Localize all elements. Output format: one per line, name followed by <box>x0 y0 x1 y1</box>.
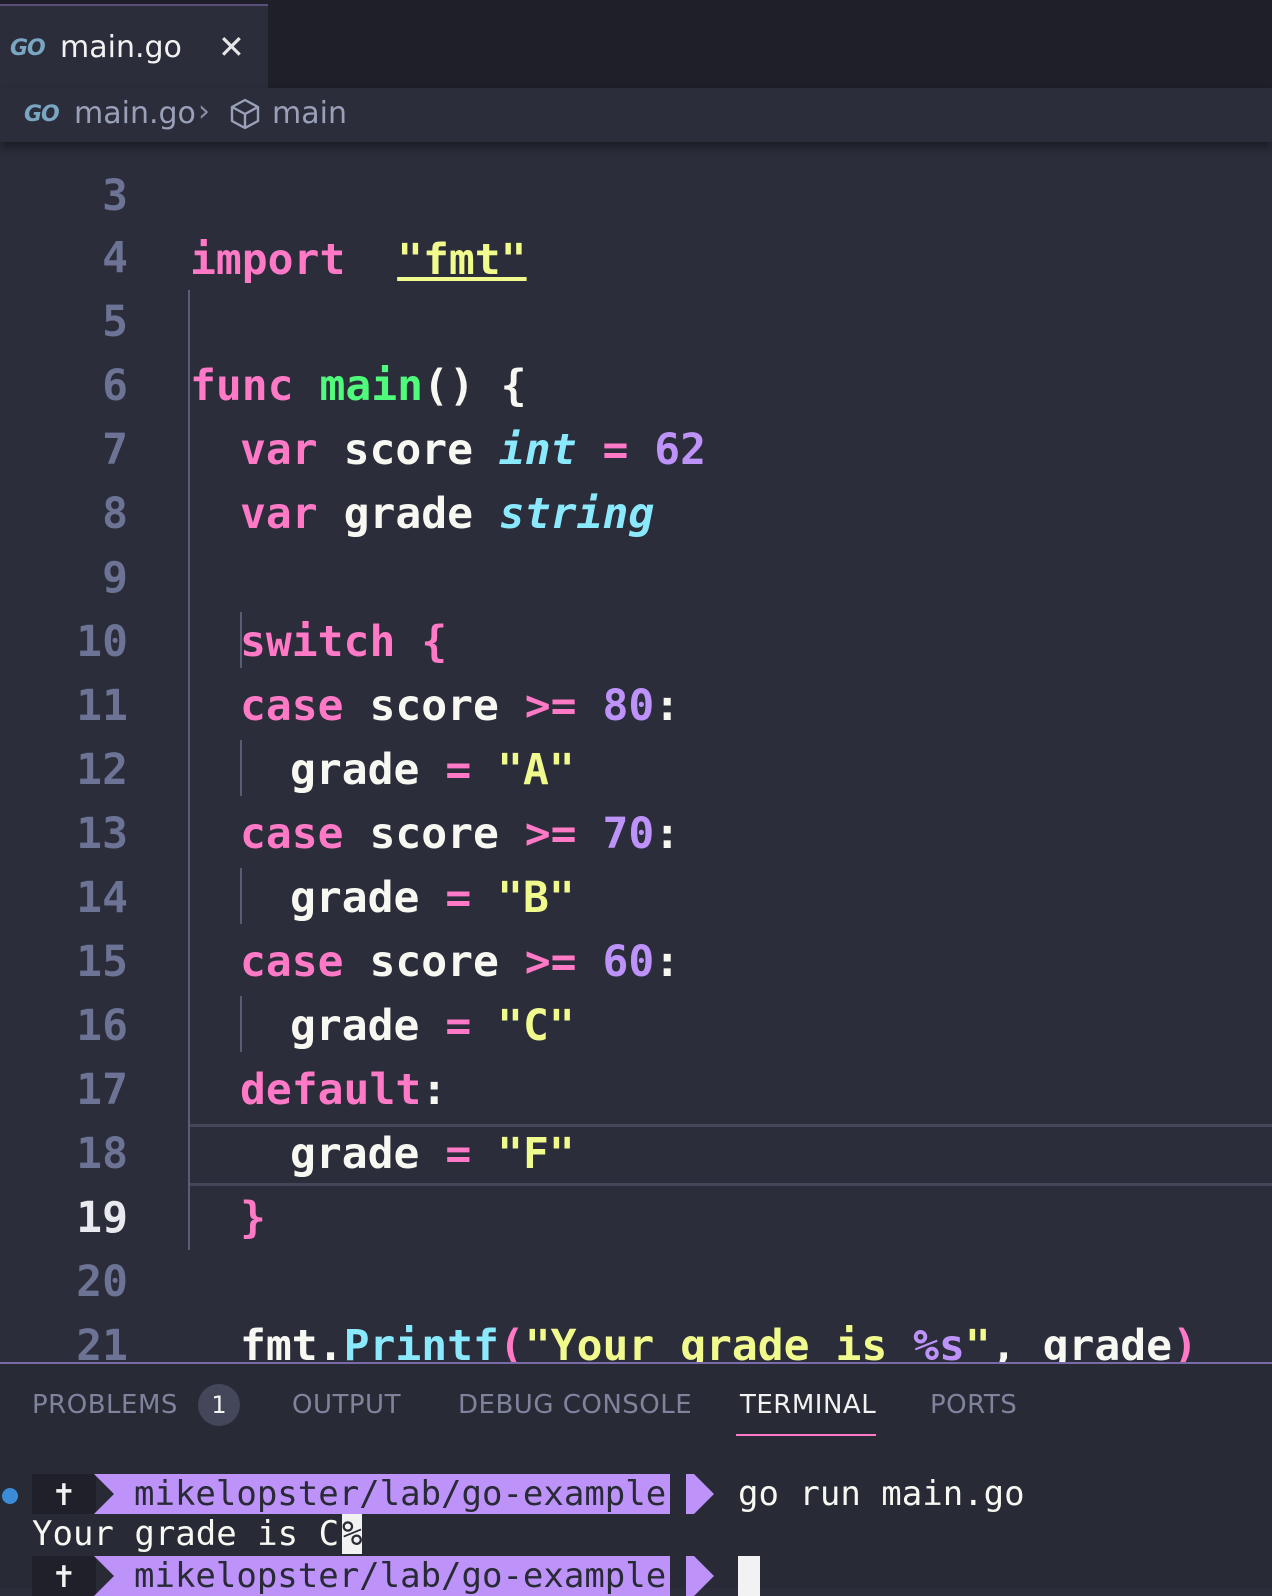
paren: ( <box>498 1321 525 1362</box>
breadcrumb-symbol[interactable]: main <box>272 96 347 131</box>
code-line-14: 14 case score >= 60: <box>0 802 1272 987</box>
breadcrumb-file[interactable]: main.go <box>74 96 196 131</box>
tab-terminal[interactable]: TERMINAL <box>740 1390 876 1420</box>
code-line-7: 7 var grade string <box>0 354 1272 539</box>
terminal-cursor <box>738 1556 760 1596</box>
string-literal: " <box>964 1321 991 1362</box>
breadcrumb: GO main.go › main <box>0 88 1272 142</box>
prompt-path: mikelopster/lab/go-example <box>134 1556 671 1596</box>
code-line-5: 5 func main() { <box>0 226 1272 411</box>
method-name: Printf <box>343 1321 499 1362</box>
tab-problems[interactable]: PROBLEMS <box>32 1390 178 1420</box>
package-name: fmt <box>240 1321 318 1362</box>
code-line-20: 20 fmt.Printf("Your grade is %s", grade) <box>0 1186 1272 1362</box>
code-line-12: 12 case score >= 70: <box>0 674 1272 859</box>
command-status-dot <box>2 1488 18 1504</box>
code-line-4: 4 <box>0 162 1272 283</box>
code-line-9: 9 switch { <box>0 482 1272 667</box>
prompt-symbol: ✝ <box>32 1474 96 1514</box>
code-line-11: 11 grade = "A" <box>0 610 1272 795</box>
code-line-10: 10 case score >= 80: <box>0 546 1272 731</box>
string-literal: "Your grade is <box>524 1321 914 1362</box>
terminal-output-end-marker: % <box>342 1514 363 1554</box>
problems-count-badge: 1 <box>198 1384 240 1426</box>
chevron-right-icon: › <box>198 94 210 129</box>
punctuation: . <box>317 1321 344 1362</box>
go-file-icon: GO <box>24 102 60 127</box>
tab-debug-console[interactable]: DEBUG CONSOLE <box>458 1390 692 1420</box>
punctuation: , <box>990 1321 1017 1362</box>
code-line-3: 3 import "fmt" <box>0 142 1272 285</box>
format-verb: %s <box>913 1321 965 1362</box>
terminal-command: go run main.go <box>738 1474 1025 1514</box>
tab-ports[interactable]: PORTS <box>930 1390 1017 1420</box>
line-number: 21 <box>76 1321 128 1362</box>
prompt-symbol: ✝ <box>32 1556 96 1596</box>
code-line-17: 17 grade = "F" <box>0 994 1272 1179</box>
tab-output[interactable]: OUTPUT <box>292 1390 401 1420</box>
prompt-arrow-left <box>94 1556 134 1596</box>
go-file-icon: GO <box>10 36 46 61</box>
editor-tab-bar: GO main.go ✕ <box>0 0 1272 88</box>
code-line-6: 6 var score int = 62 <box>0 290 1272 475</box>
close-icon[interactable]: ✕ <box>218 28 245 66</box>
code-line-8: 8 <box>0 418 1272 539</box>
code-line-15: 15 grade = "C" <box>0 866 1272 1051</box>
terminal-output: Your grade is C <box>32 1514 340 1554</box>
prompt-arrow-right <box>686 1474 714 1514</box>
bottom-panel: PROBLEMS 1 OUTPUT DEBUG CONSOLE TERMINAL… <box>0 1362 1272 1596</box>
tab-main-go[interactable]: GO main.go ✕ <box>0 4 268 88</box>
symbol-module-icon <box>230 98 260 134</box>
code-line-19: 19 <box>0 1122 1272 1243</box>
prompt-path: mikelopster/lab/go-example <box>134 1474 671 1514</box>
code-line-16: 16 default: <box>0 930 1272 1115</box>
paren: ) <box>1172 1321 1198 1362</box>
tab-label: main.go <box>60 30 182 65</box>
code-line-18: 18 } <box>0 1058 1272 1243</box>
code-line-21: 21 } <box>0 1250 1272 1362</box>
code-line-13: 13 grade = "B" <box>0 738 1272 923</box>
prompt-arrow-left <box>94 1474 134 1514</box>
code-editor[interactable]: 3 import "fmt" 4 5 func main() { 6 var s… <box>0 142 1272 1362</box>
active-tab-indicator <box>736 1434 876 1436</box>
prompt-arrow-right <box>686 1556 714 1596</box>
identifier: grade <box>1042 1321 1173 1362</box>
